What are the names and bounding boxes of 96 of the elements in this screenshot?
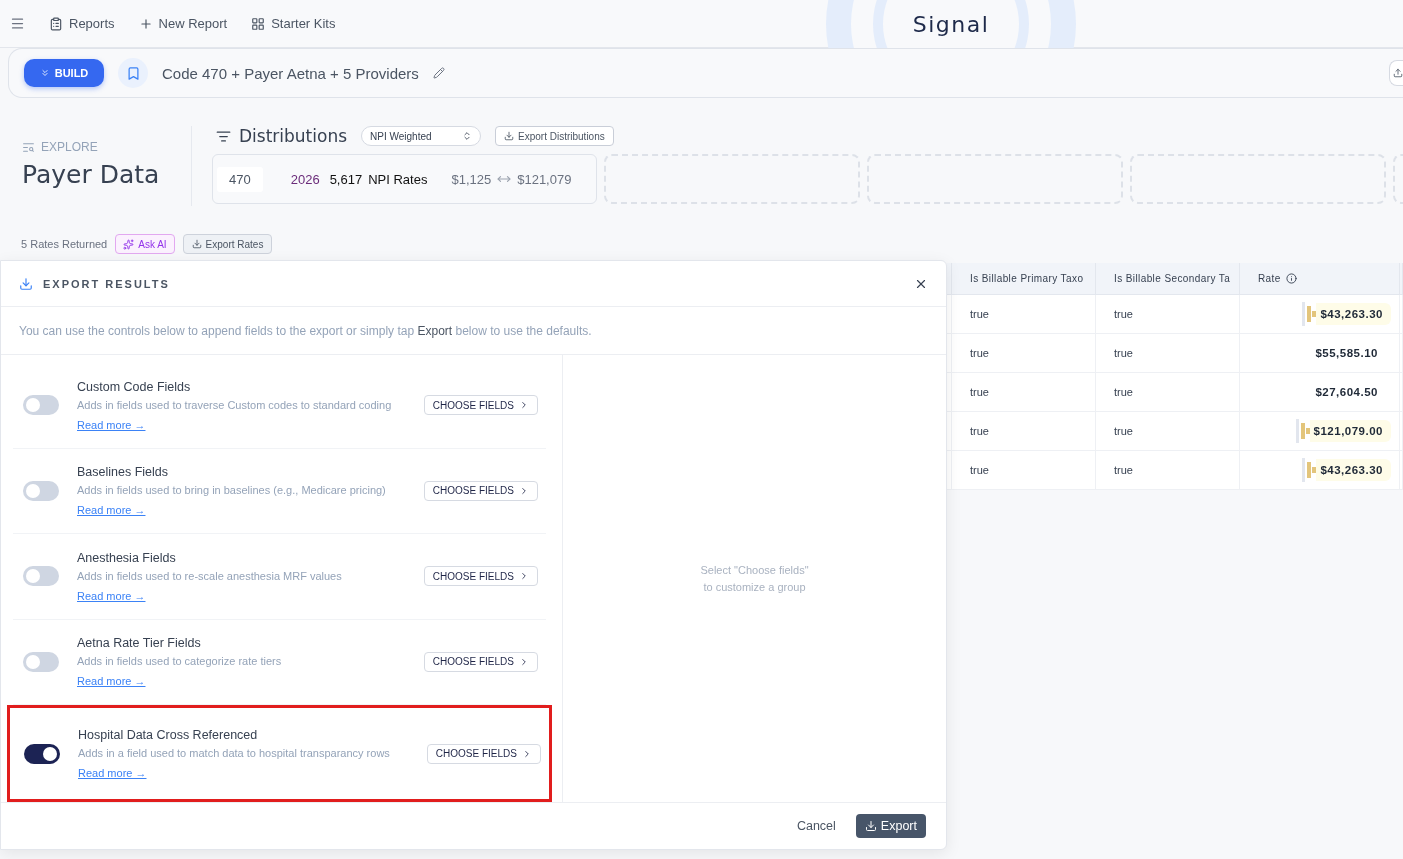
choose-fields-button[interactable]: CHOOSE FIELDS	[426, 743, 541, 764]
bookmark-icon	[125, 65, 141, 81]
table-cell: true	[952, 373, 1096, 412]
distribution-card[interactable]: 470 2026 5,617 NPI Rates $1,125 $121,079	[212, 154, 597, 204]
dialog-title: EXPORT RESULTS	[43, 277, 170, 290]
table-cell: true	[1096, 412, 1240, 451]
max-rate: $121,079	[517, 171, 572, 187]
rate-value: $43,263.30	[1316, 459, 1391, 481]
toggle-switch[interactable]	[23, 395, 59, 416]
rate-bar-icon	[1302, 302, 1317, 326]
grid-icon	[251, 16, 266, 31]
group-description: Adds in fields used to bring in baselines (e.g., Medicare pricing)	[77, 484, 387, 497]
table-cell: true	[952, 334, 1096, 373]
report-title: Code 470 + Payer Aetna + 5 Providers	[162, 64, 419, 82]
group-title: Custom Code Fields	[77, 379, 192, 394]
bookmark-button[interactable]	[118, 58, 148, 88]
rate-value: $121,079.00	[1309, 420, 1391, 442]
rate-bar-icon	[1302, 458, 1317, 482]
column-header[interactable]: Is Billable Primary Taxo	[952, 263, 1096, 295]
build-button[interactable]: BUILD	[24, 59, 104, 87]
clipboard-icon	[49, 16, 63, 31]
menu-icon[interactable]	[10, 16, 25, 31]
group-title: Baselines Fields	[77, 465, 169, 480]
count-text: 5,617	[329, 171, 363, 187]
section-eyebrow: EXPLORE	[41, 140, 98, 154]
table-cell: true	[1096, 334, 1240, 373]
upload-icon	[1393, 67, 1403, 79]
export-distributions-button[interactable]: Export Distributions	[495, 126, 614, 146]
min-rate: $1,125	[451, 171, 492, 187]
chevron-right-icon	[519, 571, 529, 582]
choose-fields-button[interactable]: CHOOSE FIELDS	[423, 480, 538, 501]
rate-bar-icon	[1295, 419, 1310, 443]
read-more-link[interactable]: Read more →	[78, 767, 147, 779]
toggle-switch[interactable]	[23, 566, 59, 587]
chevron-right-icon	[519, 656, 529, 667]
count-label: NPI Rates	[368, 171, 428, 187]
download-icon	[864, 820, 877, 832]
choose-fields-button[interactable]: CHOOSE FIELDS	[423, 651, 538, 672]
read-more-link[interactable]: Read more →	[77, 504, 146, 517]
logo-text: Signal	[912, 11, 990, 37]
toggle-switch[interactable]	[24, 743, 60, 764]
table-cell: true	[952, 295, 1096, 334]
group-description: Adds in fields used to categorize rate tiers	[77, 655, 283, 668]
search-list-icon	[22, 140, 35, 154]
chevrons-down-icon	[39, 68, 50, 78]
info-icon[interactable]	[1285, 273, 1297, 284]
cancel-button[interactable]: Cancel	[790, 818, 842, 834]
group-description: Adds in fields used to traverse Custom codes to standard coding	[77, 398, 393, 411]
chevron-right-icon	[522, 748, 532, 759]
section-title: Distributions	[239, 126, 348, 146]
code-chip: 470	[217, 166, 263, 192]
column-header[interactable]: Rate	[1240, 263, 1400, 295]
table-cell: true	[1096, 295, 1240, 334]
rate-value: $55,585.10	[1314, 346, 1379, 361]
export-button[interactable]: Export	[855, 814, 926, 838]
filter-icon	[216, 128, 231, 144]
chevron-right-icon	[519, 485, 529, 496]
table-cell: true	[952, 412, 1096, 451]
choose-fields-button[interactable]: CHOOSE FIELDS	[423, 395, 538, 416]
export-rates-button[interactable]: Export Rates	[182, 234, 273, 254]
edit-icon[interactable]	[432, 67, 445, 79]
table-cell: true	[1096, 451, 1240, 490]
rate-value: $43,263.30	[1316, 303, 1391, 325]
empty-hint: Select "Choose fields" to customize a group	[700, 562, 809, 595]
rates-count: 5 Rates Returned	[21, 238, 108, 250]
toggle-switch[interactable]	[23, 480, 59, 501]
read-more-link[interactable]: Read more →	[77, 418, 146, 431]
group-title: Anesthesia Fields	[77, 550, 177, 565]
weighting-select[interactable]: NPI Weighted	[361, 126, 482, 146]
read-more-link[interactable]: Read more →	[77, 675, 146, 688]
nav-link[interactable]: Starter Kits	[251, 16, 336, 31]
year-text: 2026	[290, 171, 320, 187]
group-description: Adds in fields used to re-scale anesthesia MRF values	[77, 569, 343, 582]
rate-value: $27,604.50	[1314, 385, 1379, 400]
column-header[interactable]: Is Billable Secondary Ta	[1096, 263, 1240, 295]
page-title: Payer Data	[22, 160, 161, 189]
plus-icon	[138, 16, 153, 31]
download-icon	[191, 239, 202, 249]
nav-link[interactable]: Reports	[49, 16, 115, 31]
table-cell: true	[1096, 373, 1240, 412]
toggle-switch[interactable]	[23, 651, 59, 672]
read-more-link[interactable]: Read more →	[77, 589, 146, 602]
dialog-intro: You can use the controls below to append fields to the export or simply tap Export below to use the defaults.	[19, 323, 592, 338]
nav-link[interactable]: New Report	[138, 16, 228, 31]
group-title: Hospital Data Cross Referenced	[78, 728, 259, 742]
download-icon	[504, 131, 515, 141]
table-cell: true	[952, 451, 1096, 490]
sort-arrows-icon	[462, 131, 473, 141]
chevron-right-icon	[519, 400, 529, 411]
choose-fields-button[interactable]: CHOOSE FIELDS	[423, 566, 538, 587]
upload-button[interactable]	[1389, 60, 1403, 86]
group-title: Aetna Rate Tier Fields	[77, 636, 202, 651]
group-description: Adds in a field used to match data to hospital transparancy rows	[78, 747, 391, 759]
ask-ai-button[interactable]: Ask AI	[115, 234, 175, 254]
sparkles-icon	[123, 238, 135, 250]
download-icon	[19, 276, 33, 291]
